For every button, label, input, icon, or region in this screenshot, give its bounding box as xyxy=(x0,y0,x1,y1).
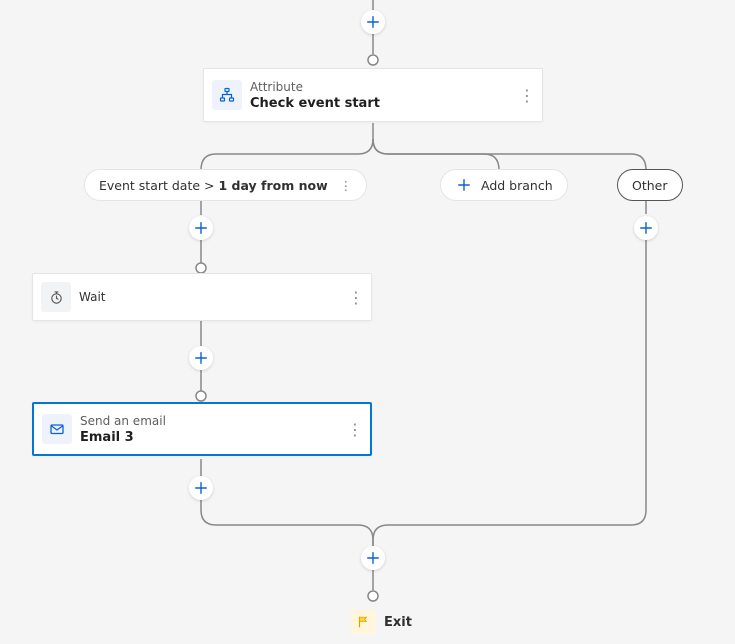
email-menu-button[interactable]: ⋮ xyxy=(340,420,370,439)
plus-icon xyxy=(194,221,208,235)
flag-icon xyxy=(351,610,375,634)
attribute-icon-slot xyxy=(204,80,250,110)
branch-condition-menu-button[interactable]: ⋮ xyxy=(336,178,353,193)
wait-menu-button[interactable]: ⋮ xyxy=(341,288,371,307)
branch-other-pill[interactable]: Other xyxy=(617,169,683,201)
add-branch-button[interactable]: Add branch xyxy=(440,169,568,201)
email-card[interactable]: Send an email Email 3 ⋮ xyxy=(32,402,372,456)
add-step-other-branch-button[interactable] xyxy=(634,216,658,240)
plus-icon xyxy=(194,481,208,495)
email-title: Email 3 xyxy=(80,430,340,445)
branch-condition-value: 1 day from now xyxy=(218,178,327,193)
wait-card[interactable]: Wait ⋮ xyxy=(32,273,372,321)
exit-label: Exit xyxy=(384,615,412,630)
add-step-before-exit-button[interactable] xyxy=(361,546,385,570)
plus-icon xyxy=(366,15,380,29)
branch-other-label: Other xyxy=(632,178,668,193)
email-icon-slot xyxy=(34,414,80,444)
branch-condition-pill[interactable]: Event start date > 1 day from now ⋮ xyxy=(84,169,367,201)
email-icon xyxy=(42,414,72,444)
add-step-after-wait-button[interactable] xyxy=(189,346,213,370)
branch-condition-text: Event start date > 1 day from now xyxy=(99,178,328,193)
plus-icon xyxy=(639,221,653,235)
add-step-after-email-button[interactable] xyxy=(189,476,213,500)
plus-icon xyxy=(194,351,208,365)
attribute-icon xyxy=(212,80,242,110)
wait-label: Wait xyxy=(79,290,341,304)
wait-icon-slot xyxy=(33,282,79,312)
add-step-top-button[interactable] xyxy=(361,10,385,34)
attribute-menu-button[interactable]: ⋮ xyxy=(512,86,542,105)
branch-condition-prefix: Event start date > xyxy=(99,178,218,193)
add-step-after-condition-button[interactable] xyxy=(189,216,213,240)
attribute-title: Check event start xyxy=(250,96,512,111)
attribute-card[interactable]: Attribute Check event start ⋮ xyxy=(203,68,543,122)
plus-icon xyxy=(366,551,380,565)
stopwatch-icon xyxy=(41,282,71,312)
email-label: Send an email xyxy=(80,414,340,428)
attribute-label: Attribute xyxy=(250,80,512,94)
add-branch-label: Add branch xyxy=(481,178,553,193)
plus-icon xyxy=(455,176,473,194)
